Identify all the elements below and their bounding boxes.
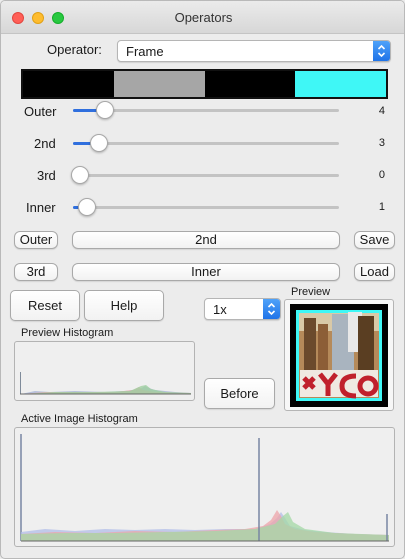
outer-slider-knob[interactable] (96, 101, 114, 119)
operator-select-value: Frame (126, 44, 164, 59)
inner-slider-label: Inner (26, 200, 56, 215)
window-title: Operators (174, 10, 233, 25)
operators-window: Operators Operator: Frame Outer 4 2nd 3 … (0, 0, 405, 559)
2nd-slider-label: 2nd (34, 136, 56, 151)
save-button[interactable]: Save (354, 231, 395, 249)
active-image-histogram (14, 427, 395, 547)
help-button[interactable]: Help (84, 290, 164, 321)
frame-color-bar[interactable] (21, 69, 388, 99)
zoom-select-value: 1x (213, 302, 227, 317)
outer-color-button[interactable]: Outer (14, 231, 58, 249)
3rd-slider[interactable] (71, 166, 339, 184)
chevron-updown-icon (263, 299, 280, 319)
inner-color-button[interactable]: Inner (72, 263, 340, 281)
2nd-slider-knob[interactable] (90, 134, 108, 152)
reset-button[interactable]: Reset (10, 290, 80, 321)
operator-label: Operator: (47, 42, 102, 57)
load-button[interactable]: Load (354, 263, 395, 281)
outer-slider[interactable] (73, 101, 339, 119)
2nd-slider[interactable] (73, 134, 339, 152)
preview-panel (284, 299, 394, 411)
outer-slider-label: Outer (24, 104, 57, 119)
preview-image (290, 304, 388, 407)
preview-histogram (14, 341, 195, 401)
3rd-color-button[interactable]: 3rd (14, 263, 58, 281)
chevron-updown-icon (373, 41, 390, 61)
2nd-color-button[interactable]: 2nd (72, 231, 340, 249)
active-image-histogram-label: Active Image Histogram (21, 413, 138, 425)
3rd-slider-label: 3rd (37, 168, 56, 183)
2nd-slider-value: 3 (378, 137, 385, 149)
zoom-select[interactable]: 1x (204, 298, 281, 320)
title-bar: Operators (1, 1, 404, 34)
outer-slider-fill (73, 109, 98, 112)
color-segment-3rd[interactable] (204, 71, 296, 97)
inner-slider[interactable] (73, 198, 339, 216)
3rd-slider-knob[interactable] (71, 166, 89, 184)
before-button[interactable]: Before (204, 378, 275, 409)
color-segment-outer[interactable] (23, 71, 114, 97)
3rd-slider-value: 0 (378, 169, 385, 181)
operator-select[interactable]: Frame (117, 40, 391, 62)
inner-slider-value: 1 (378, 201, 385, 213)
outer-slider-value: 4 (378, 105, 385, 117)
preview-label: Preview (291, 286, 331, 298)
color-segment-2nd[interactable] (113, 71, 205, 97)
color-segment-inner[interactable] (295, 71, 386, 97)
inner-slider-knob[interactable] (78, 198, 96, 216)
preview-histogram-label: Preview Histogram (21, 327, 114, 339)
